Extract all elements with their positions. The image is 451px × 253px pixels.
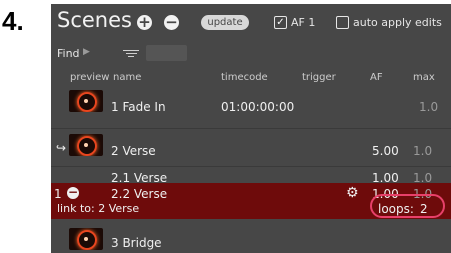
column-header-max: max — [413, 72, 435, 83]
update-button[interactable]: update — [201, 15, 249, 30]
panel-title: Scenes — [57, 8, 132, 32]
scene-timecode[interactable]: 01:00:00:00 — [221, 100, 294, 114]
auto-apply-label: auto apply edits — [353, 16, 442, 29]
minus-circle-icon[interactable]: − — [164, 15, 179, 30]
scene-preview-thumbnail[interactable] — [69, 134, 103, 156]
link-arrow-icon: ↪ — [56, 141, 67, 155]
af-checkbox[interactable]: ✓ — [274, 16, 287, 29]
scene-max: 1.0 — [419, 100, 439, 114]
gear-icon[interactable]: ⚙ — [346, 185, 359, 201]
scene-name[interactable]: 2.2 Verse — [111, 187, 167, 201]
scene-number: 1 — [54, 187, 62, 201]
scene-preview-thumbnail[interactable] — [69, 90, 103, 112]
af-checkbox-label: AF 1 — [291, 16, 316, 29]
row-divider — [51, 166, 451, 167]
column-header-timecode: timecode — [221, 72, 268, 83]
row-divider — [51, 128, 451, 129]
column-header-af: AF — [370, 72, 383, 83]
scene-name[interactable]: 1 Fade In — [111, 100, 166, 114]
find-label[interactable]: Find — [57, 47, 80, 60]
loops-annotation-circle — [370, 194, 445, 218]
scene-af[interactable]: 5.00 — [372, 144, 399, 158]
search-field[interactable] — [146, 45, 187, 61]
scene-name[interactable]: 2 Verse — [111, 144, 156, 158]
scene-name[interactable]: 3 Bridge — [111, 236, 162, 250]
column-header-preview: preview — [70, 72, 110, 83]
column-header-trigger: trigger — [302, 72, 336, 83]
auto-apply-checkbox[interactable] — [336, 16, 349, 29]
filter-lines-icon[interactable] — [123, 48, 139, 60]
link-to-label[interactable]: link to: 2 Verse — [57, 202, 139, 215]
plus-circle-icon[interactable]: + — [137, 15, 152, 30]
column-header-name: name — [113, 72, 142, 83]
step-number: 4. — [2, 6, 24, 36]
scene-max: 1.0 — [413, 144, 433, 158]
scene-preview-thumbnail[interactable] — [69, 228, 103, 250]
minus-circle-icon[interactable]: − — [67, 186, 79, 199]
triangle-right-icon[interactable]: ▶ — [83, 47, 90, 57]
scenes-panel: Scenes + − update ✓ AF 1 auto apply edit… — [51, 4, 451, 253]
